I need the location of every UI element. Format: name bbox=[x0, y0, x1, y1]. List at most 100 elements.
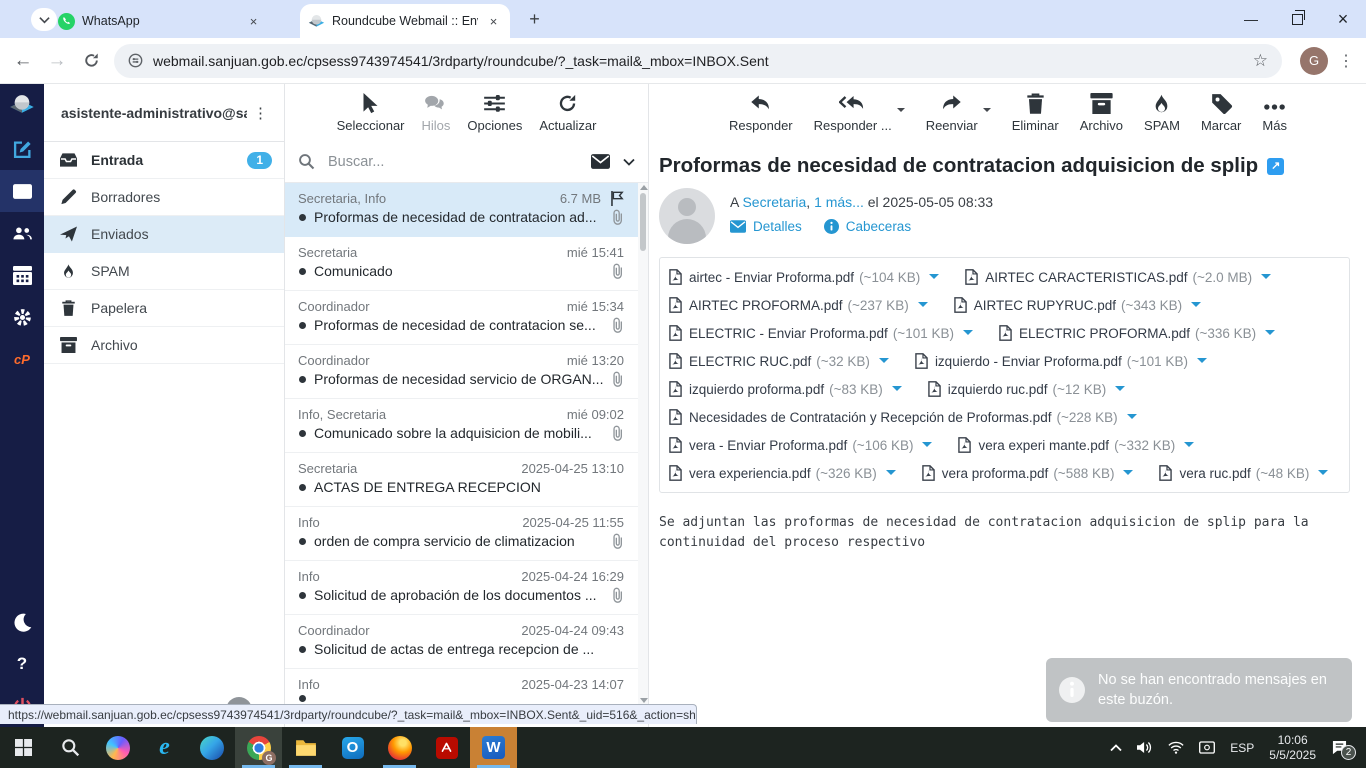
attachment-item[interactable]: airtec - Enviar Proforma.pdf(~104 KB) bbox=[669, 263, 939, 291]
attachment-menu-icon[interactable] bbox=[1265, 330, 1275, 340]
select-button[interactable]: Seleccionar bbox=[337, 93, 405, 141]
close-tab-icon[interactable]: × bbox=[245, 13, 262, 30]
headers-toggle[interactable]: Cabeceras bbox=[824, 219, 911, 234]
refresh-button[interactable]: Actualizar bbox=[539, 93, 596, 141]
cpanel-button[interactable]: cP bbox=[0, 338, 44, 380]
attachment-menu-icon[interactable] bbox=[1115, 386, 1125, 396]
browser-menu-button[interactable]: ⋮ bbox=[1336, 51, 1356, 71]
recipient-link[interactable]: Secretaria bbox=[742, 194, 806, 210]
scroll-down-arrow[interactable] bbox=[640, 698, 648, 703]
tab-whatsapp[interactable]: WhatsApp × bbox=[50, 4, 270, 38]
sidebar-item-borradores[interactable]: Borradores bbox=[44, 179, 284, 216]
forward-button[interactable]: → bbox=[40, 44, 74, 78]
attachment-item[interactable]: vera - Enviar Proforma.pdf(~106 KB) bbox=[669, 431, 932, 459]
taskbar-chrome-button[interactable]: G bbox=[235, 727, 282, 768]
taskbar-ie-button[interactable]: e bbox=[141, 727, 188, 768]
attachment-item[interactable]: ELECTRIC PROFORMA.pdf(~336 KB) bbox=[999, 319, 1275, 347]
rail-item-calendar[interactable] bbox=[0, 254, 44, 296]
attachment-item[interactable]: AIRTEC CARACTERISTICAS.pdf(~2.0 MB) bbox=[965, 263, 1271, 291]
bookmark-star-icon[interactable]: ☆ bbox=[1253, 51, 1268, 71]
attachment-menu-icon[interactable] bbox=[892, 386, 902, 396]
wifi-icon[interactable] bbox=[1168, 741, 1184, 754]
attachment-item[interactable]: vera experiencia.pdf(~326 KB) bbox=[669, 459, 896, 487]
taskbar-edge-button[interactable] bbox=[188, 727, 235, 768]
mark-button[interactable]: Marcar bbox=[1201, 93, 1241, 141]
close-window-button[interactable]: × bbox=[1320, 0, 1366, 38]
attachment-menu-icon[interactable] bbox=[929, 274, 939, 284]
close-tab-icon[interactable]: × bbox=[485, 13, 502, 30]
compose-button[interactable] bbox=[0, 128, 44, 170]
reply-all-button[interactable]: Responder ... bbox=[814, 93, 892, 133]
attachment-item[interactable]: Necesidades de Contratación y Recepción … bbox=[669, 403, 1137, 431]
scroll-up-arrow[interactable] bbox=[640, 185, 648, 190]
search-scope-icon[interactable] bbox=[591, 154, 610, 169]
dark-mode-button[interactable] bbox=[0, 601, 44, 643]
taskbar-clock[interactable]: 10:06 5/5/2025 bbox=[1269, 733, 1316, 763]
attachment-item[interactable]: izquierdo ruc.pdf(~12 KB) bbox=[928, 375, 1125, 403]
attachment-item[interactable]: izquierdo proforma.pdf(~83 KB) bbox=[669, 375, 902, 403]
rail-item-mail[interactable] bbox=[0, 170, 44, 212]
more-button[interactable]: Más bbox=[1262, 93, 1287, 141]
search-options-chevron[interactable] bbox=[623, 158, 635, 166]
notification-center-button[interactable]: 2 bbox=[1331, 740, 1354, 755]
site-settings-icon[interactable] bbox=[128, 53, 143, 68]
reload-button[interactable] bbox=[74, 44, 108, 78]
attachment-menu-icon[interactable] bbox=[922, 442, 932, 452]
taskbar-firefox-button[interactable] bbox=[376, 727, 423, 768]
new-tab-button[interactable]: + bbox=[522, 7, 547, 32]
minimize-button[interactable]: — bbox=[1228, 0, 1274, 38]
taskbar-outlook-button[interactable]: O bbox=[329, 727, 376, 768]
attachment-menu-icon[interactable] bbox=[963, 330, 973, 340]
list-scrollbar[interactable] bbox=[638, 183, 648, 705]
message-row[interactable]: Info2025-04-24 16:29 Solicitud de aproba… bbox=[285, 561, 648, 615]
attachment-menu-icon[interactable] bbox=[1261, 274, 1271, 284]
message-row[interactable]: Secretaria2025-04-25 13:10 ACTAS DE ENTR… bbox=[285, 453, 648, 507]
attachment-item[interactable]: ELECTRIC RUC.pdf(~32 KB) bbox=[669, 347, 889, 375]
attachment-menu-icon[interactable] bbox=[1127, 414, 1137, 424]
attachment-item[interactable]: vera ruc.pdf(~48 KB) bbox=[1159, 459, 1328, 487]
taskbar-word-button[interactable]: W bbox=[470, 727, 517, 768]
details-toggle[interactable]: Detalles bbox=[730, 219, 802, 234]
message-row[interactable]: Coordinadormié 13:20 Proformas de necesi… bbox=[285, 345, 648, 399]
attachment-menu-icon[interactable] bbox=[1197, 358, 1207, 368]
url-text[interactable]: webmail.sanjuan.gob.ec/cpsess9743974541/… bbox=[153, 53, 1245, 69]
taskbar-acrobat-button[interactable] bbox=[423, 727, 470, 768]
message-row[interactable]: Info, Secretariamié 09:02 Comunicado sob… bbox=[285, 399, 648, 453]
attachment-menu-icon[interactable] bbox=[1184, 442, 1194, 452]
tab-roundcube[interactable]: Roundcube Webmail :: Enviados × bbox=[300, 4, 510, 38]
help-button[interactable]: ? bbox=[0, 643, 44, 685]
archive-button[interactable]: Archivo bbox=[1080, 93, 1123, 141]
reply-all-dropdown-icon[interactable] bbox=[897, 108, 905, 116]
attachment-item[interactable]: ELECTRIC - Enviar Proforma.pdf(~101 KB) bbox=[669, 319, 973, 347]
attachment-item[interactable]: AIRTEC PROFORMA.pdf(~237 KB) bbox=[669, 291, 928, 319]
address-bar[interactable]: webmail.sanjuan.gob.ec/cpsess9743974541/… bbox=[114, 44, 1282, 78]
attachment-item[interactable]: AIRTEC RUPYRUC.pdf(~343 KB) bbox=[954, 291, 1201, 319]
language-indicator[interactable]: ESP bbox=[1230, 741, 1254, 755]
connect-display-icon[interactable] bbox=[1199, 741, 1215, 754]
sidebar-item-archivo[interactable]: Archivo bbox=[44, 327, 284, 364]
message-row[interactable]: Info2025-04-25 11:55 orden de compra ser… bbox=[285, 507, 648, 561]
hidden-icons-button[interactable] bbox=[1110, 744, 1122, 752]
sidebar-item-entrada[interactable]: Entrada 1 bbox=[44, 142, 284, 179]
taskbar-explorer-button[interactable] bbox=[282, 727, 329, 768]
attachment-menu-icon[interactable] bbox=[1191, 302, 1201, 312]
attachment-menu-icon[interactable] bbox=[1318, 470, 1328, 480]
taskbar-search-button[interactable] bbox=[47, 727, 94, 768]
message-row[interactable]: Secretariamié 15:41 Comunicado bbox=[285, 237, 648, 291]
sidebar-item-spam[interactable]: SPAM bbox=[44, 253, 284, 290]
rail-item-contacts[interactable] bbox=[0, 212, 44, 254]
volume-icon[interactable] bbox=[1137, 741, 1153, 754]
reply-button[interactable]: Responder bbox=[729, 93, 793, 141]
more-recipients-link[interactable]: 1 más... bbox=[814, 194, 864, 210]
message-row[interactable]: Coordinadormié 15:34 Proformas de necesi… bbox=[285, 291, 648, 345]
profile-avatar[interactable]: G bbox=[1300, 47, 1328, 75]
back-button[interactable]: ← bbox=[6, 44, 40, 78]
attachment-menu-icon[interactable] bbox=[879, 358, 889, 368]
start-button[interactable] bbox=[0, 727, 47, 768]
search-input[interactable] bbox=[326, 153, 587, 171]
attachment-menu-icon[interactable] bbox=[1123, 470, 1133, 480]
message-row[interactable]: Coordinador2025-04-24 09:43 Solicitud de… bbox=[285, 615, 648, 669]
message-row[interactable]: Secretaria, Info6.7 MB Proformas de nece… bbox=[285, 183, 648, 237]
attachment-item[interactable]: vera proforma.pdf(~588 KB) bbox=[922, 459, 1134, 487]
sidebar-item-enviados[interactable]: Enviados bbox=[44, 216, 284, 253]
